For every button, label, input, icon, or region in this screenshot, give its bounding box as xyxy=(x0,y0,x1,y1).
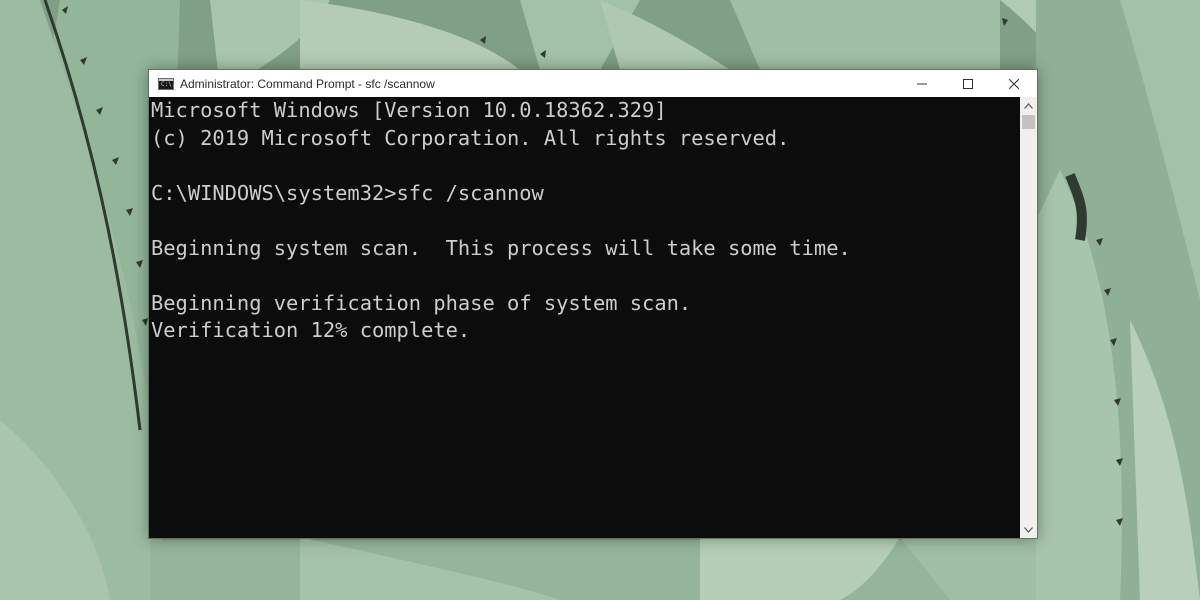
scroll-thumb[interactable] xyxy=(1022,115,1035,129)
vertical-scrollbar[interactable] xyxy=(1020,97,1037,538)
scroll-up-button[interactable] xyxy=(1020,97,1037,114)
maximize-icon xyxy=(963,78,973,89)
close-button[interactable] xyxy=(991,70,1037,97)
close-icon xyxy=(1009,78,1019,89)
minimize-icon xyxy=(917,83,927,84)
console-lines: Microsoft Windows [Version 10.0.18362.32… xyxy=(151,97,851,345)
console-line: Beginning verification phase of system s… xyxy=(151,290,692,315)
command-prompt-icon-text: C:\. xyxy=(161,80,176,88)
console-output[interactable]: Microsoft Windows [Version 10.0.18362.32… xyxy=(149,97,1019,538)
console-line: (c) 2019 Microsoft Corporation. All righ… xyxy=(151,125,790,150)
console-line: Verification 12% complete. xyxy=(151,318,471,342)
maximize-button[interactable] xyxy=(945,70,991,97)
command-prompt-window[interactable]: C:\. Administrator: Command Prompt - sfc… xyxy=(148,69,1038,539)
console-line: Beginning system scan. This process will… xyxy=(151,235,851,260)
console-line: C:\WINDOWS\system32>sfc /scannow xyxy=(151,180,544,205)
minimize-button[interactable] xyxy=(899,70,945,97)
scroll-down-button[interactable] xyxy=(1020,521,1037,538)
chevron-up-icon xyxy=(1024,102,1033,109)
title-bar[interactable]: C:\. Administrator: Command Prompt - sfc… xyxy=(149,70,1037,97)
window-title: Administrator: Command Prompt - sfc /sca… xyxy=(180,76,435,91)
command-prompt-icon[interactable]: C:\. xyxy=(158,77,176,90)
console-line: Microsoft Windows [Version 10.0.18362.32… xyxy=(151,98,667,122)
chevron-down-icon xyxy=(1024,526,1033,533)
window-controls xyxy=(899,70,1037,97)
